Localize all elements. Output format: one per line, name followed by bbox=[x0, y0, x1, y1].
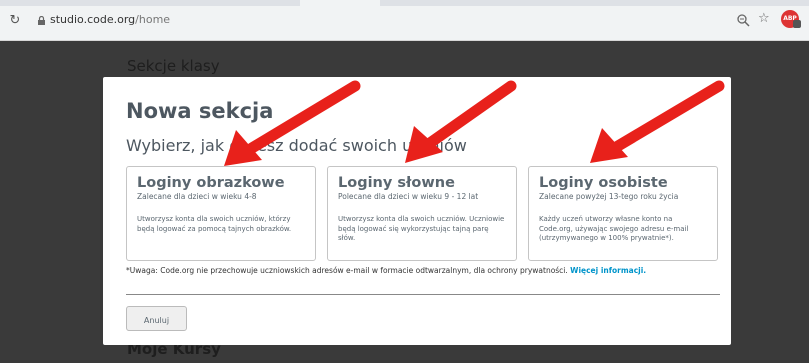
new-section-dialog: Nowa sekcja Wybierz, jak chcesz dodać sw… bbox=[103, 77, 731, 345]
card-title: Loginy słowne bbox=[338, 175, 455, 191]
privacy-note-text: *Uwaga: Code.org nie przechowuje uczniow… bbox=[126, 266, 571, 275]
background-sections-heading: Sekcje klasy bbox=[127, 57, 220, 75]
more-info-link[interactable]: Więcej informacji. bbox=[570, 266, 646, 275]
personal-logins-card[interactable]: Loginy osobiste Zalecane powyżej 13-tego… bbox=[528, 166, 718, 261]
word-logins-card[interactable]: Loginy słowne Polecane dla dzieci w wiek… bbox=[327, 166, 517, 261]
cancel-button[interactable]: Anuluj bbox=[126, 306, 187, 331]
card-description: Utworzysz konta dla swoich uczniów, któr… bbox=[137, 215, 292, 233]
active-tab[interactable] bbox=[300, 0, 380, 6]
dialog-title: Nowa sekcja bbox=[126, 99, 274, 123]
url-domain: studio.code.org bbox=[50, 13, 136, 26]
card-description: Każdy uczeń utworzy własne konto na Code… bbox=[539, 215, 689, 242]
card-subtitle: Zalecane dla dzieci w wieku 4-8 bbox=[137, 192, 257, 201]
divider bbox=[126, 294, 720, 295]
card-title: Loginy osobiste bbox=[539, 175, 668, 191]
card-subtitle: Polecane dla dzieci w wieku 9 - 12 lat bbox=[338, 192, 479, 201]
picture-logins-card[interactable]: Loginy obrazkowe Zalecane dla dzieci w w… bbox=[126, 166, 316, 261]
tab-strip bbox=[0, 0, 809, 6]
reload-icon[interactable]: ↻ bbox=[8, 14, 22, 28]
bookmark-star-icon[interactable]: ☆ bbox=[758, 12, 770, 26]
extension-badge bbox=[793, 20, 801, 28]
card-title: Loginy obrazkowe bbox=[137, 175, 285, 191]
dialog-subtitle: Wybierz, jak chcesz dodać swoich uczniów bbox=[126, 136, 467, 155]
url-path: /home bbox=[135, 13, 171, 26]
privacy-note: *Uwaga: Code.org nie przechowuje uczniow… bbox=[126, 266, 646, 275]
card-subtitle: Zalecane powyżej 13-tego roku życia bbox=[539, 192, 679, 201]
card-description: Utworzysz konta dla swoich uczniów. Uczn… bbox=[338, 215, 505, 242]
lock-icon bbox=[38, 16, 45, 25]
browser-toolbar: ↻ studio.code.org/home ☆ ABP bbox=[0, 0, 809, 41]
zoom-icon[interactable] bbox=[736, 13, 750, 27]
address-bar[interactable]: studio.code.org/home bbox=[50, 13, 170, 26]
